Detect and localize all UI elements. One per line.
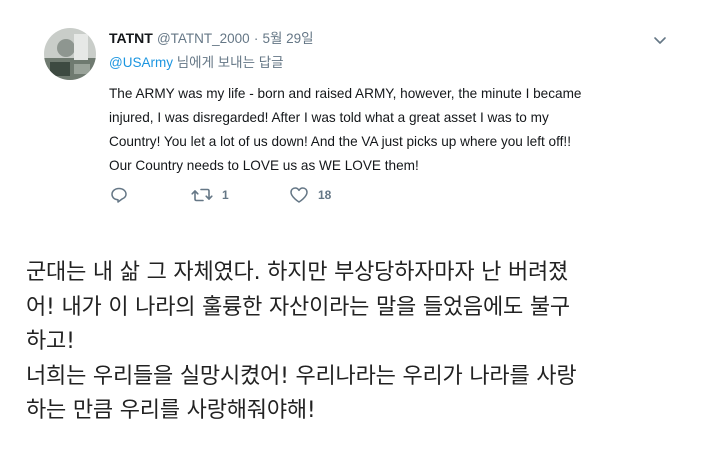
retweet-icon — [191, 186, 213, 204]
translation-line: 너희는 우리들을 실망시켰어! 우리나라는 우리가 나라를 사랑 — [26, 363, 577, 389]
korean-translation: 군대는 내 삶 그 자체였다. 하지만 부상당하자마자 난 버려졌 어! 내가 … — [26, 256, 716, 429]
tweet-card: TATNT @TATNT_2000 · 5월 29일 @USArmy 님에게 보… — [0, 0, 720, 225]
reply-icon — [110, 186, 128, 204]
tweet-text-line: The ARMY was my life - born and raised A… — [109, 86, 582, 101]
display-name[interactable]: TATNT — [109, 30, 153, 46]
mention-link[interactable]: @USArmy — [109, 55, 173, 70]
translation-line: 군대는 내 삶 그 자체였다. 하지만 부상당하자마자 난 버려졌 — [26, 260, 569, 285]
tweet-date[interactable]: 5월 29일 — [262, 31, 313, 46]
avatar[interactable] — [44, 28, 96, 80]
user-handle[interactable]: @TATNT_2000 — [157, 31, 250, 46]
translation-line: 하고! — [26, 329, 75, 355]
tweet-actions: 1 18 — [110, 185, 440, 205]
retweet-button[interactable]: 1 — [191, 185, 229, 205]
tweet-text: The ARMY was my life - born and raised A… — [109, 82, 669, 178]
header-separator: · — [253, 31, 259, 46]
translation-line: 어! 내가 이 나라의 훌륭한 자산이라는 말을 들었음에도 불구 — [26, 294, 570, 320]
tweet-text-line: injured, I was disregarded! After I was … — [109, 110, 549, 125]
reply-button[interactable] — [110, 185, 128, 205]
tweet-text-line: Our Country needs to LOVE us as WE LOVE … — [109, 158, 419, 173]
reply-suffix: 님에게 보내는 답글 — [176, 55, 284, 70]
heart-icon — [289, 186, 309, 204]
retweet-count: 1 — [222, 188, 229, 202]
tweet-text-line: Country! You let a lot of us down! And t… — [109, 134, 571, 149]
tweet-header: TATNT @TATNT_2000 · 5월 29일 — [109, 30, 314, 48]
translation-line: 하는 만큼 우리를 사랑해줘야해! — [26, 398, 316, 424]
reply-context: @USArmy 님에게 보내는 답글 — [109, 54, 284, 71]
like-count: 18 — [318, 188, 332, 202]
chevron-down-icon[interactable] — [652, 32, 668, 48]
like-button[interactable]: 18 — [289, 185, 331, 205]
